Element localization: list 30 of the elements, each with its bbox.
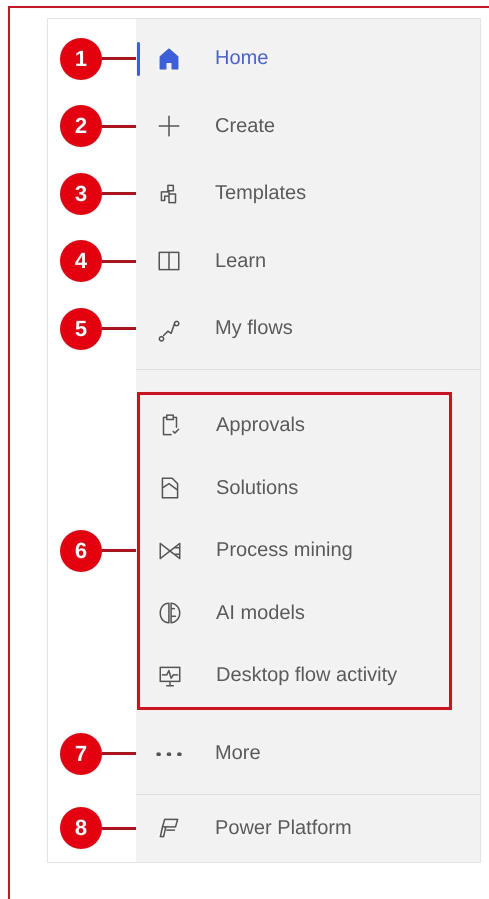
more-icon xyxy=(156,752,182,756)
callout-number: 5 xyxy=(60,308,102,350)
nav-item[interactable]: Create xyxy=(136,92,480,160)
nav-item[interactable]: AI models xyxy=(140,582,449,644)
brain-icon xyxy=(157,600,183,626)
nav-item[interactable]: Process mining xyxy=(140,520,449,582)
nav-item[interactable]: Home xyxy=(136,25,480,92)
nav-item[interactable]: Learn xyxy=(136,228,480,295)
leader-line xyxy=(102,124,136,128)
callout-number: 1 xyxy=(60,38,102,80)
callout-number: 4 xyxy=(60,240,102,282)
leader-line xyxy=(102,57,136,60)
leader-line xyxy=(102,549,136,552)
nav-item[interactable]: Templates xyxy=(136,160,480,228)
plus-icon xyxy=(156,113,182,140)
nav-item[interactable]: My flows xyxy=(136,295,480,362)
nav-item[interactable]: Solutions xyxy=(140,457,449,520)
leader-line xyxy=(102,327,136,330)
nav-item[interactable]: Power Platform xyxy=(136,794,480,862)
callout-number: 8 xyxy=(60,807,102,850)
nav-item[interactable]: Desktop flow activity xyxy=(140,644,449,707)
callout-number: 6 xyxy=(60,530,102,572)
callout-number: 3 xyxy=(60,172,102,215)
leader-line xyxy=(102,752,136,756)
callout-number: 2 xyxy=(60,105,102,148)
callout-number: 7 xyxy=(60,732,102,775)
leader-line xyxy=(102,826,136,830)
leader-line xyxy=(102,192,136,196)
nav-item[interactable]: Approvals xyxy=(140,394,449,457)
leader-line xyxy=(102,260,136,263)
